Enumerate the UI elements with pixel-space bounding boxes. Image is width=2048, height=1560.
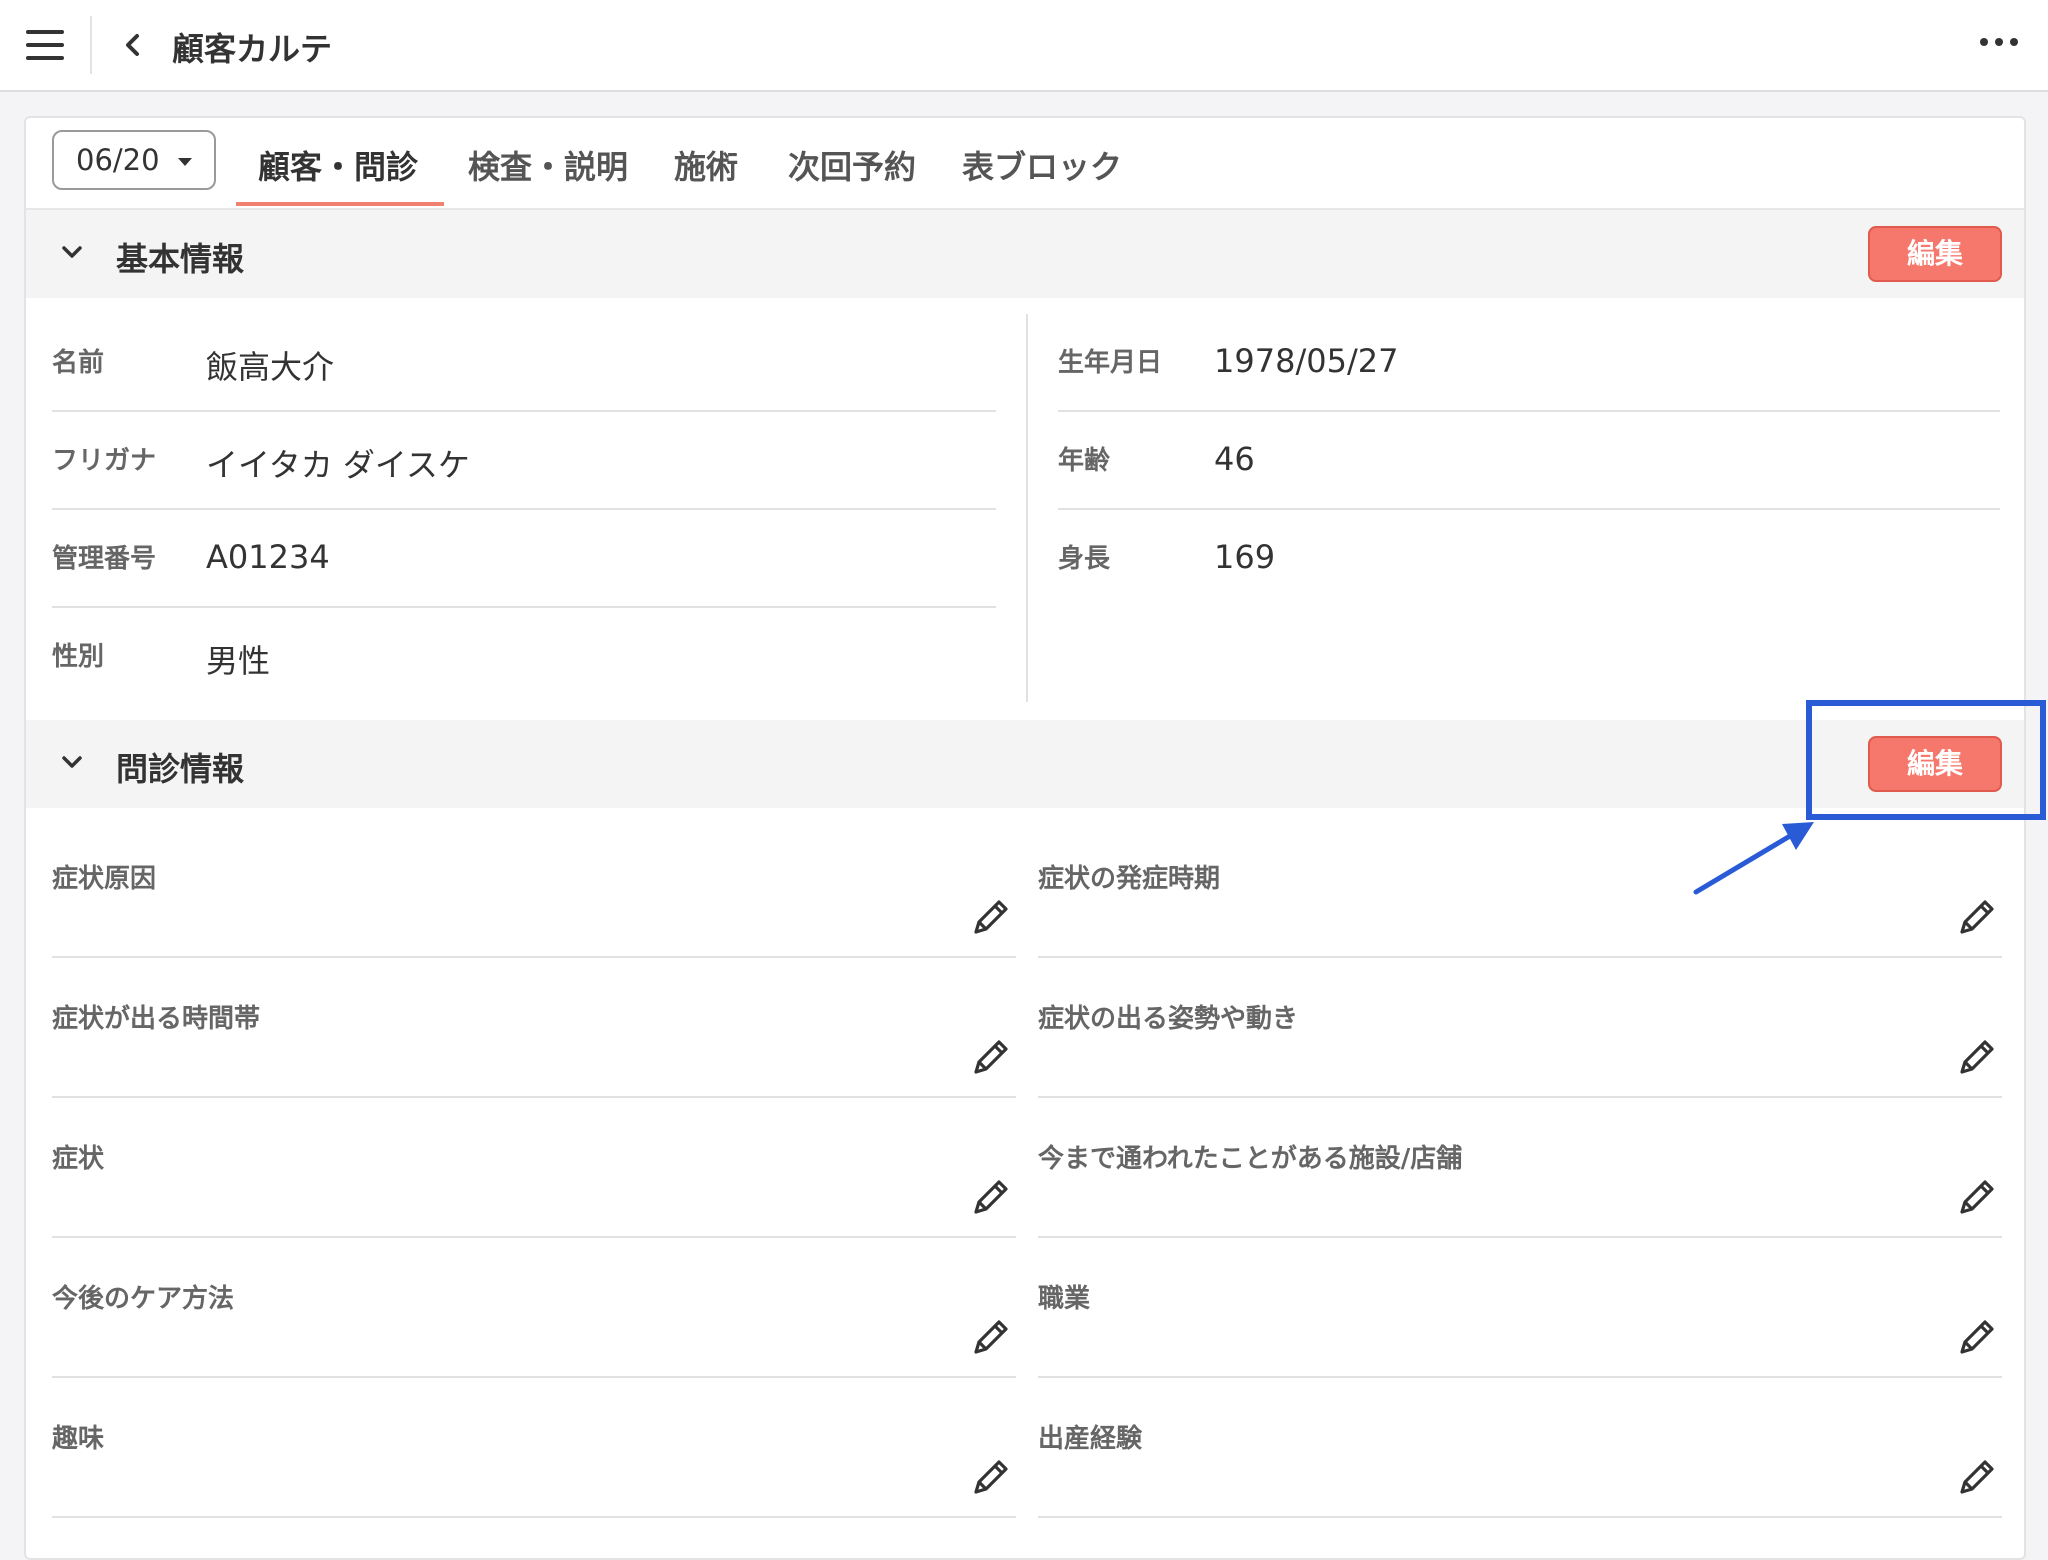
inquiry-info-header[interactable]: 問診情報 編集 xyxy=(26,720,2024,808)
divider xyxy=(1058,410,2000,412)
date-select-value: 06/20 xyxy=(76,143,160,177)
tab-next-appointment[interactable]: 次回予約 xyxy=(788,142,916,188)
annotation-highlight-box xyxy=(1806,700,2046,820)
page-title: 顧客カルテ xyxy=(172,30,333,68)
basic-info-header[interactable]: 基本情報 編集 xyxy=(26,210,2024,298)
divider xyxy=(52,1236,1016,1238)
basic-info-title: 基本情報 xyxy=(116,240,245,278)
field-value: 46 xyxy=(1214,440,1255,478)
tab-exam-explanation[interactable]: 検査・説明 xyxy=(468,142,628,188)
field-value: A01234 xyxy=(206,538,330,576)
menu-icon[interactable] xyxy=(26,30,64,60)
inquiry-field-label: 職業 xyxy=(1038,1284,1091,1314)
tab-bar: 06/20 顧客・問診 検査・説明 施術 次回予約 表ブロック xyxy=(26,118,2024,210)
pencil-icon[interactable] xyxy=(968,896,1012,940)
tab-table-block[interactable]: 表ブロック xyxy=(962,142,1122,188)
pencil-icon[interactable] xyxy=(1954,1176,1998,1220)
inquiry-info-title: 問診情報 xyxy=(116,750,245,788)
field-label: 性別 xyxy=(52,642,105,672)
divider xyxy=(1038,1516,2002,1518)
inquiry-field-label: 症状の発症時期 xyxy=(1038,864,1221,894)
divider xyxy=(1038,1236,2002,1238)
pencil-icon[interactable] xyxy=(968,1036,1012,1080)
field-label: 名前 xyxy=(52,348,105,378)
pencil-icon[interactable] xyxy=(968,1456,1012,1500)
field-label: 管理番号 xyxy=(52,544,157,574)
inquiry-field-label: 出産経験 xyxy=(1038,1424,1143,1454)
divider xyxy=(1038,1376,2002,1378)
divider xyxy=(90,16,92,74)
inquiry-field-label: 症状の出る姿勢や動き xyxy=(1038,1004,1299,1034)
field-value: 飯高大介 xyxy=(206,348,335,386)
divider xyxy=(52,1096,1016,1098)
basic-edit-button[interactable]: 編集 xyxy=(1868,226,2002,282)
field-label: フリガナ xyxy=(52,446,157,476)
field-label: 年齢 xyxy=(1058,446,1111,476)
pencil-icon[interactable] xyxy=(1954,1456,1998,1500)
field-label: 生年月日 xyxy=(1058,348,1163,378)
field-value: イイタカ ダイスケ xyxy=(206,446,470,484)
column-divider xyxy=(1026,314,1028,702)
tab-customer-inquiry[interactable]: 顧客・問診 xyxy=(258,142,418,188)
divider xyxy=(52,410,996,412)
inquiry-field-label: 今後のケア方法 xyxy=(52,1284,235,1314)
inquiry-field-label: 症状原因 xyxy=(52,864,157,894)
divider xyxy=(52,606,996,608)
caret-down-icon xyxy=(178,158,192,166)
date-select[interactable]: 06/20 xyxy=(52,130,216,190)
active-tab-indicator xyxy=(236,202,444,206)
chevron-down-icon[interactable] xyxy=(60,754,84,770)
inquiry-field-label: 症状 xyxy=(52,1144,105,1174)
tab-treatment[interactable]: 施術 xyxy=(674,142,738,188)
divider xyxy=(1038,956,2002,958)
divider xyxy=(52,956,1016,958)
inquiry-field-label: 今まで通われたことがある施設/店舗 xyxy=(1038,1144,1463,1174)
divider xyxy=(52,508,996,510)
pencil-icon[interactable] xyxy=(1954,1036,1998,1080)
inquiry-field-label: 趣味 xyxy=(52,1424,105,1454)
divider xyxy=(1038,1096,2002,1098)
field-value: 男性 xyxy=(206,642,271,680)
pencil-icon[interactable] xyxy=(968,1176,1012,1220)
pencil-icon[interactable] xyxy=(1954,1316,1998,1360)
divider xyxy=(52,1516,1016,1518)
field-value: 169 xyxy=(1214,538,1276,576)
divider xyxy=(52,1376,1016,1378)
pencil-icon[interactable] xyxy=(1954,896,1998,940)
chevron-down-icon[interactable] xyxy=(60,244,84,260)
field-label: 身長 xyxy=(1058,544,1111,574)
inquiry-field-label: 症状が出る時間帯 xyxy=(52,1004,261,1034)
more-icon[interactable] xyxy=(1980,38,2018,50)
field-value: 1978/05/27 xyxy=(1214,342,1399,380)
annotation-arrow xyxy=(1693,822,1814,895)
top-bar: 顧客カルテ xyxy=(0,0,2048,92)
pencil-icon[interactable] xyxy=(968,1316,1012,1360)
back-chevron-icon[interactable] xyxy=(118,28,148,62)
divider xyxy=(1058,508,2000,510)
